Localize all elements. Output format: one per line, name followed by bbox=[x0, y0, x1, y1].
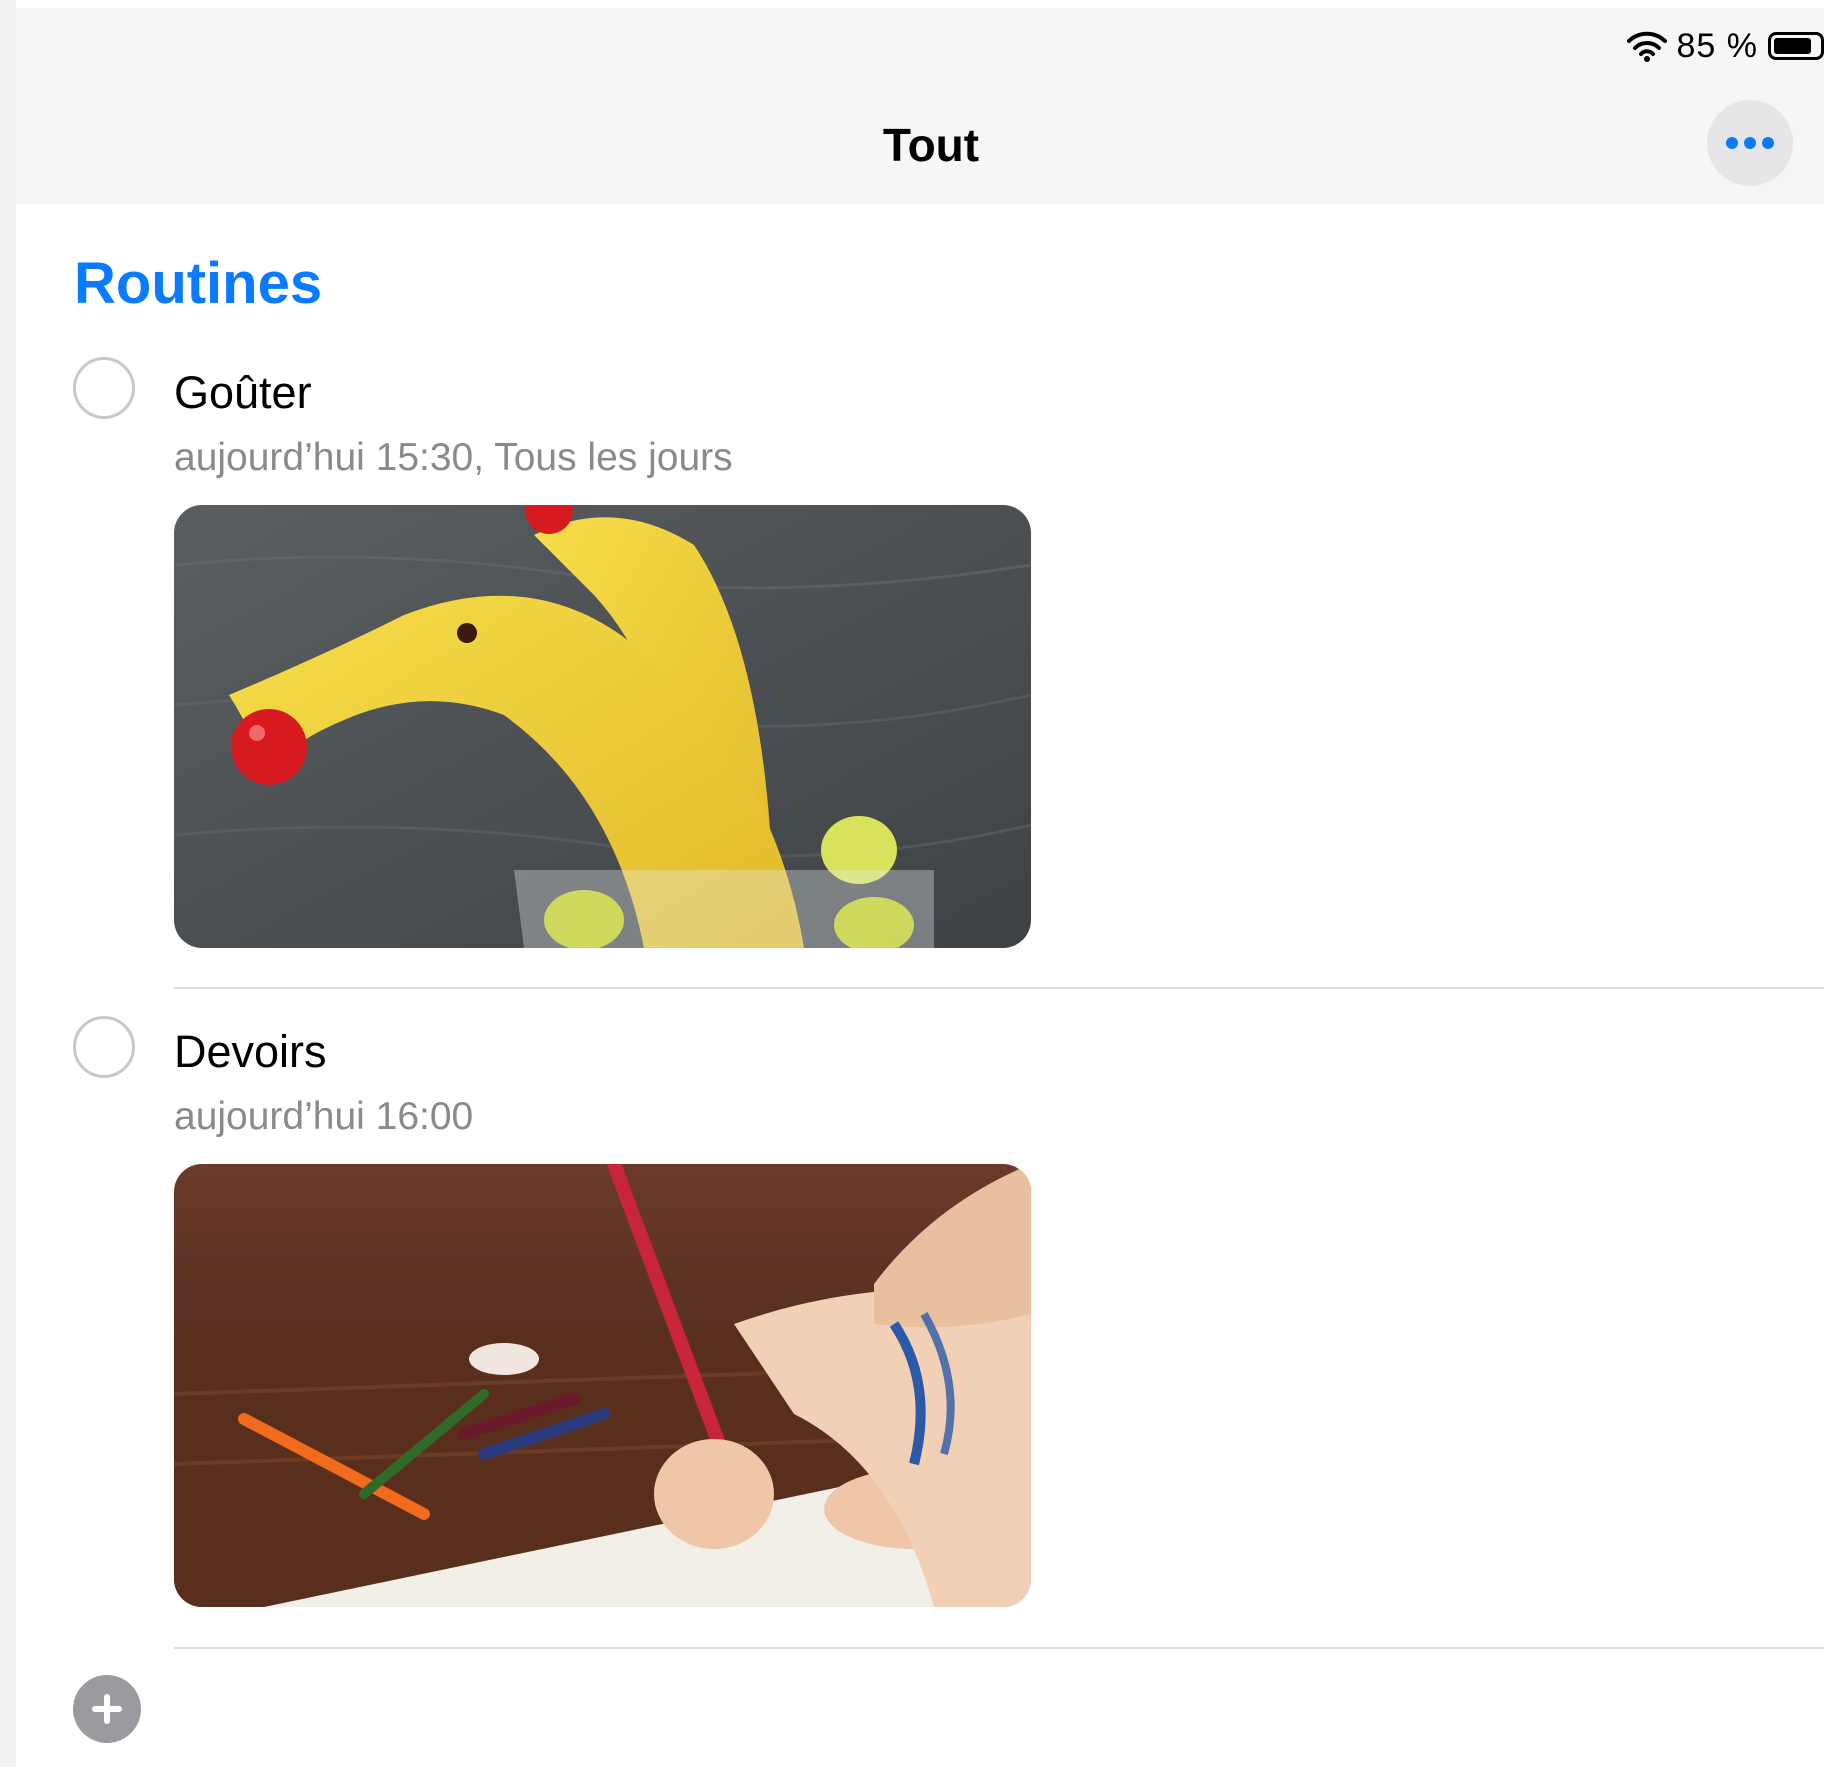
list-title: Routines bbox=[74, 251, 323, 316]
complete-checkbox[interactable] bbox=[73, 1016, 135, 1078]
page-title: Tout bbox=[882, 119, 980, 171]
banana-dolphin-snack-photo bbox=[174, 505, 1031, 948]
add-reminder-button[interactable] bbox=[73, 1675, 141, 1743]
row-divider bbox=[174, 1647, 1824, 1649]
reminder-title[interactable]: Devoirs bbox=[174, 1026, 327, 1078]
navigation-bar: 85 % Tout bbox=[16, 8, 1824, 204]
plus-circle-icon bbox=[92, 1694, 122, 1724]
reminder-due-date: aujourd’hui 16:00 bbox=[174, 1095, 474, 1138]
more-options-button[interactable] bbox=[1707, 100, 1793, 186]
reminder-attachment-image[interactable] bbox=[174, 505, 1031, 948]
complete-checkbox[interactable] bbox=[73, 357, 135, 419]
ellipsis-icon bbox=[1726, 137, 1774, 149]
reminder-attachment-image[interactable] bbox=[174, 1164, 1031, 1607]
battery-level bbox=[1774, 38, 1812, 54]
child-drawing-homework-photo bbox=[174, 1164, 1031, 1607]
reminder-due-date: aujourd’hui 15:30, Tous les jours bbox=[174, 436, 733, 479]
battery-percentage: 85 % bbox=[1676, 26, 1758, 65]
status-bar: 85 % bbox=[1626, 24, 1824, 68]
reminder-title[interactable]: Goûter bbox=[174, 367, 312, 419]
reminders-app: 85 % Tout Routines Goûter aujourd’hui 15… bbox=[16, 0, 1824, 1767]
battery-icon bbox=[1768, 32, 1824, 60]
row-divider bbox=[174, 987, 1824, 989]
wifi-icon bbox=[1626, 31, 1667, 62]
